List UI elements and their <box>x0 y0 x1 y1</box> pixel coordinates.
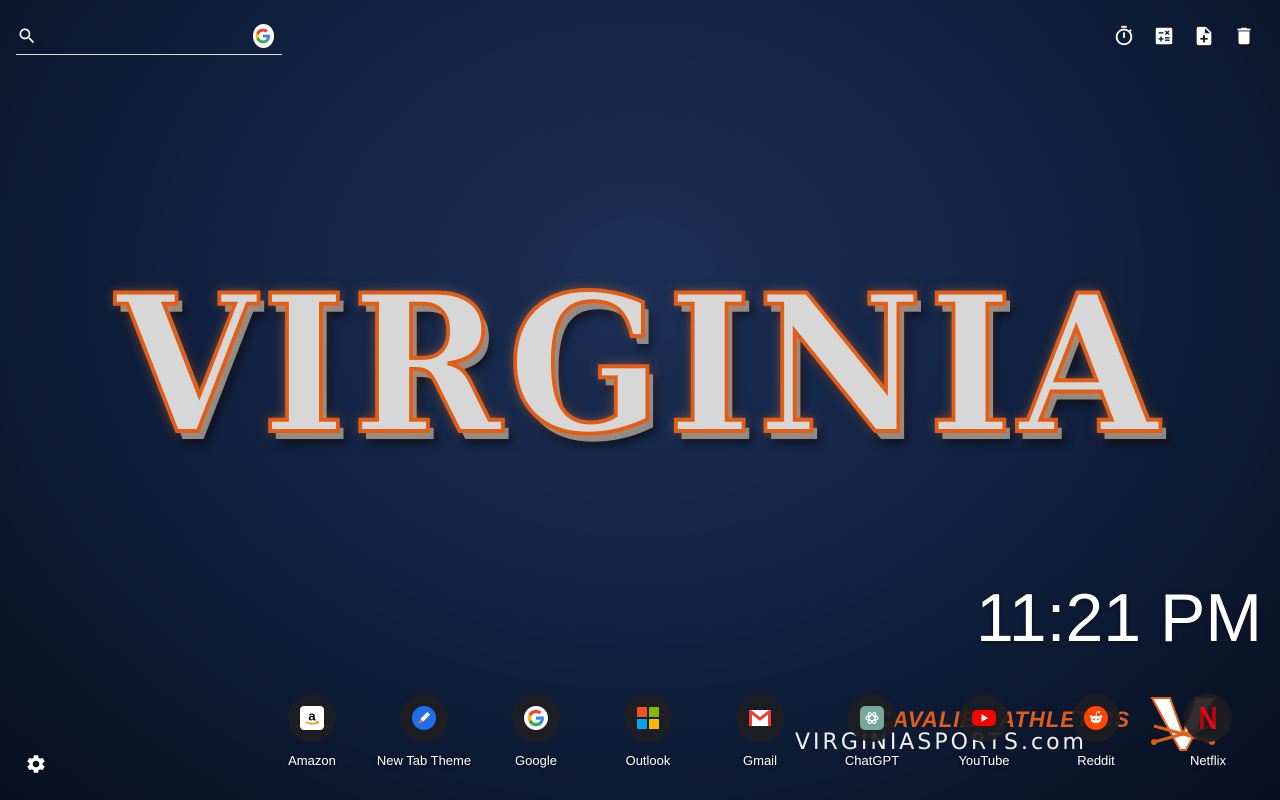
shortcut-chatgpt[interactable]: ChatGPT <box>816 694 928 768</box>
shortcut-tile[interactable] <box>848 694 896 742</box>
gear-icon[interactable] <box>24 752 48 776</box>
search-icon[interactable] <box>16 24 38 48</box>
shortcut-amazon[interactable]: a Amazon <box>256 694 368 768</box>
shortcut-label: Netflix <box>1189 753 1227 768</box>
shortcut-outlook[interactable]: Outlook <box>592 694 704 768</box>
clock: 11:21 PM <box>975 580 1262 656</box>
shortcut-label: Amazon <box>288 753 336 768</box>
chatgpt-icon <box>860 706 884 730</box>
shortcut-label: Gmail <box>743 753 777 768</box>
reddit-icon <box>1084 706 1108 730</box>
note-add-icon[interactable] <box>1192 24 1216 48</box>
shortcut-label: YouTube <box>958 753 1010 768</box>
toolbar <box>1112 24 1256 48</box>
netflix-icon <box>1196 706 1220 730</box>
google-icon <box>524 706 548 730</box>
youtube-icon <box>972 706 996 730</box>
search-bar <box>16 18 282 55</box>
microsoft-icon <box>636 706 660 730</box>
svg-text:a: a <box>308 709 316 724</box>
brush-icon <box>412 706 436 730</box>
shortcut-tile[interactable] <box>960 694 1008 742</box>
delete-icon[interactable] <box>1232 24 1256 48</box>
shortcut-label: ChatGPT <box>844 753 900 768</box>
shortcut-google[interactable]: Google <box>480 694 592 768</box>
calculator-icon[interactable] <box>1152 24 1176 48</box>
shortcut-netflix[interactable]: Netflix <box>1152 694 1264 768</box>
shortcut-tile[interactable] <box>624 694 672 742</box>
shortcut-tile[interactable] <box>512 694 560 742</box>
amazon-icon: a <box>300 706 324 730</box>
wallpaper-title: VIRGINIA <box>114 253 1165 476</box>
shortcut-tile[interactable]: a <box>288 694 336 742</box>
shortcut-tile[interactable] <box>400 694 448 742</box>
shortcut-tile[interactable] <box>736 694 784 742</box>
shortcut-label: Reddit <box>1077 753 1115 768</box>
gmail-icon <box>748 706 772 730</box>
google-icon[interactable] <box>252 24 274 48</box>
shortcut-tile[interactable] <box>1072 694 1120 742</box>
search-input[interactable] <box>37 27 253 45</box>
shortcut-label: New Tab Theme <box>376 753 472 768</box>
shortcuts-bar: a Amazon New Tab Theme Google Outlook Gm… <box>256 694 1264 768</box>
shortcut-new-tab-theme[interactable]: New Tab Theme <box>368 694 480 768</box>
shortcut-youtube[interactable]: YouTube <box>928 694 1040 768</box>
shortcut-tile[interactable] <box>1184 694 1232 742</box>
shortcut-label: Google <box>515 753 557 768</box>
shortcut-gmail[interactable]: Gmail <box>704 694 816 768</box>
wallpaper: VIRGINIA CAVALIER ATHLETICS VIRGINIASPOR… <box>0 0 1280 800</box>
shortcut-label: Outlook <box>625 753 671 768</box>
shortcut-reddit[interactable]: Reddit <box>1040 694 1152 768</box>
timer-icon[interactable] <box>1112 24 1136 48</box>
